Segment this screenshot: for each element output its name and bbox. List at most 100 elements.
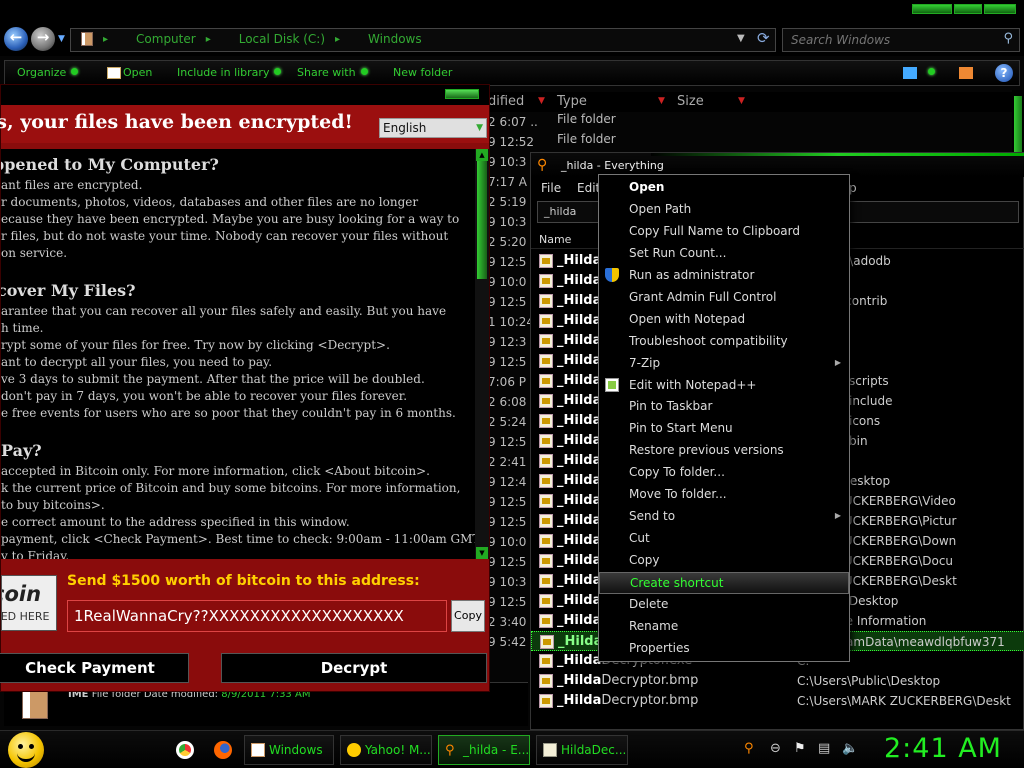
breadcrumb-local-disk[interactable]: Local Disk (C:)	[239, 32, 325, 46]
refresh-icon[interactable]: ⟳	[757, 29, 770, 47]
context-menu-item[interactable]: Properties	[599, 638, 849, 660]
file-icon	[539, 674, 553, 688]
yahoo-smiley-icon	[347, 743, 361, 757]
context-menu-item[interactable]: Pin to Taskbar	[599, 396, 849, 418]
search-box[interactable]: ⚲	[782, 28, 1020, 52]
context-menu-item[interactable]: Edit with Notepad++	[599, 375, 849, 397]
message-line: on service.	[1, 246, 68, 260]
context-menu-item[interactable]: Move To folder...	[599, 484, 849, 506]
search-icon[interactable]: ⚲	[1003, 31, 1013, 46]
result-row[interactable]: _HildaDecryptor.bmp C:\Users\Public\Deskt…	[531, 671, 1024, 691]
minimize-button[interactable]	[445, 89, 479, 99]
language-select[interactable]: English ▼	[379, 118, 487, 138]
chrome-icon[interactable]	[176, 741, 194, 759]
menu-edit[interactable]: Edit	[577, 181, 600, 195]
back-button[interactable]: ←	[4, 27, 28, 51]
context-menu-item[interactable]: 7-Zip ▶	[599, 353, 849, 375]
context-menu-label: Set Run Count...	[629, 246, 727, 260]
result-name-rest: Decryptor.bmp	[601, 693, 699, 708]
scrollbar-thumb[interactable]	[477, 161, 487, 279]
close-button[interactable]	[984, 4, 1016, 14]
menu-help[interactable]: p	[849, 181, 857, 195]
file-icon	[539, 514, 553, 528]
column-size[interactable]: Size	[677, 94, 704, 109]
forward-button[interactable]: →	[31, 27, 55, 51]
context-menu-item[interactable]: Delete	[599, 594, 849, 616]
context-menu-item[interactable]: Pin to Start Menu	[599, 418, 849, 440]
result-name-match: _Hilda	[557, 493, 602, 508]
power-icon[interactable]: ⊖	[770, 741, 781, 756]
breadcrumb-computer[interactable]: Computer	[136, 32, 196, 46]
address-dropdown-icon[interactable]: ▼	[737, 33, 745, 44]
clock[interactable]: 2:41 AM	[884, 733, 1002, 764]
share-with-button[interactable]: Share with	[297, 66, 368, 79]
context-menu-item[interactable]: Open with Notepad	[599, 309, 849, 331]
address-bar[interactable]: ▸ Computer ▸ Local Disk (C:) ▸ Windows ▼…	[70, 28, 776, 52]
help-button[interactable]: ?	[995, 64, 1013, 82]
copy-button[interactable]: Copy	[451, 600, 485, 632]
result-name-rest: Decryptor.bmp	[601, 673, 699, 688]
context-menu-item[interactable]: Restore previous versions	[599, 440, 849, 462]
task-yahoo[interactable]: Yahoo! M...	[340, 735, 432, 765]
flag-icon[interactable]: ⚑	[794, 741, 806, 756]
scroll-up-icon[interactable]: ▲	[476, 149, 488, 161]
result-name-match: _Hilda	[557, 533, 602, 548]
task-windows-explorer[interactable]: Windows	[244, 735, 334, 765]
include-in-library-button[interactable]: Include in library	[177, 66, 282, 79]
new-folder-button[interactable]: New folder	[393, 66, 452, 79]
task-everything[interactable]: ⚲ _hilda - E...	[438, 735, 530, 765]
context-menu-item[interactable]: Set Run Count...	[599, 243, 849, 265]
volume-icon[interactable]: 🔈	[842, 741, 858, 756]
message-scrollbar[interactable]: ▲ ▼	[475, 149, 489, 559]
view-options-button[interactable]	[923, 66, 935, 79]
open-button[interactable]: Open	[123, 66, 152, 79]
organize-button[interactable]: Organize	[17, 66, 79, 79]
scroll-down-icon[interactable]: ▼	[476, 547, 488, 559]
context-menu-item[interactable]: Send to ▶	[599, 506, 849, 528]
result-name-match: _Hilda	[557, 353, 602, 368]
column-type[interactable]: Type	[557, 94, 587, 109]
everything-tray-icon[interactable]: ⚲	[744, 741, 754, 756]
message-line: y to Friday.	[1, 549, 70, 559]
context-menu-label: Copy Full Name to Clipboard	[629, 224, 800, 238]
recent-pages-icon[interactable]: ▼	[58, 34, 65, 44]
context-menu-item[interactable]: Create shortcut	[599, 572, 849, 594]
search-input[interactable]	[791, 33, 991, 47]
result-row[interactable]: _HildaDecryptor.bmp C:\Users\MARK ZUCKERB…	[531, 691, 1024, 711]
firefox-icon[interactable]	[214, 741, 232, 759]
result-name-match: _Hilda	[557, 333, 602, 348]
context-menu-item[interactable]: Copy To folder...	[599, 462, 849, 484]
context-menu-label: Send to	[629, 509, 676, 523]
network-icon[interactable]: ▤	[818, 741, 830, 756]
bitcoin-address-field[interactable]: 1RealWannaCry??XXXXXXXXXXXXXXXXXXX	[67, 600, 447, 632]
view-icon[interactable]	[903, 67, 917, 79]
decrypt-button[interactable]: Decrypt	[221, 653, 487, 683]
column-date-modified[interactable]: dified	[488, 94, 524, 109]
context-menu-item[interactable]: Grant Admin Full Control	[599, 287, 849, 309]
message-line: arantee that you can recover all your fi…	[1, 304, 447, 318]
breadcrumb-windows[interactable]: Windows	[368, 32, 422, 46]
context-menu-item[interactable]: Troubleshoot compatibility	[599, 331, 849, 353]
bitcoin-logo[interactable]: coin TED HERE	[1, 575, 57, 631]
context-menu-item[interactable]: Open	[599, 177, 849, 199]
column-name[interactable]: Name	[539, 233, 571, 246]
submenu-arrow-icon: ▶	[834, 358, 841, 367]
context-menu-item[interactable]: Copy Full Name to Clipboard	[599, 221, 849, 243]
menu-file[interactable]: File	[541, 181, 561, 195]
check-payment-button[interactable]: Check Payment	[0, 653, 189, 683]
context-menu-item[interactable]: Run as administrator	[599, 265, 849, 287]
minimize-button[interactable]	[912, 4, 952, 14]
context-menu-item[interactable]: Cut	[599, 528, 849, 550]
scrollbar-thumb[interactable]	[1014, 96, 1022, 158]
context-menu-item[interactable]: Open Path	[599, 199, 849, 221]
result-name: _Hilda	[557, 571, 601, 591]
context-menu-item[interactable]: Rename	[599, 616, 849, 638]
dropdown-dot-icon	[928, 68, 935, 75]
message-line: ant files are encrypted.	[1, 178, 143, 192]
maximize-button[interactable]	[954, 4, 982, 14]
task-hilda-decryptor[interactable]: HildaDec...	[536, 735, 628, 765]
context-menu-item[interactable]: Copy	[599, 550, 849, 572]
start-button[interactable]	[8, 732, 44, 768]
preview-pane-icon[interactable]	[959, 67, 973, 79]
task-label: Yahoo! M...	[365, 743, 431, 757]
